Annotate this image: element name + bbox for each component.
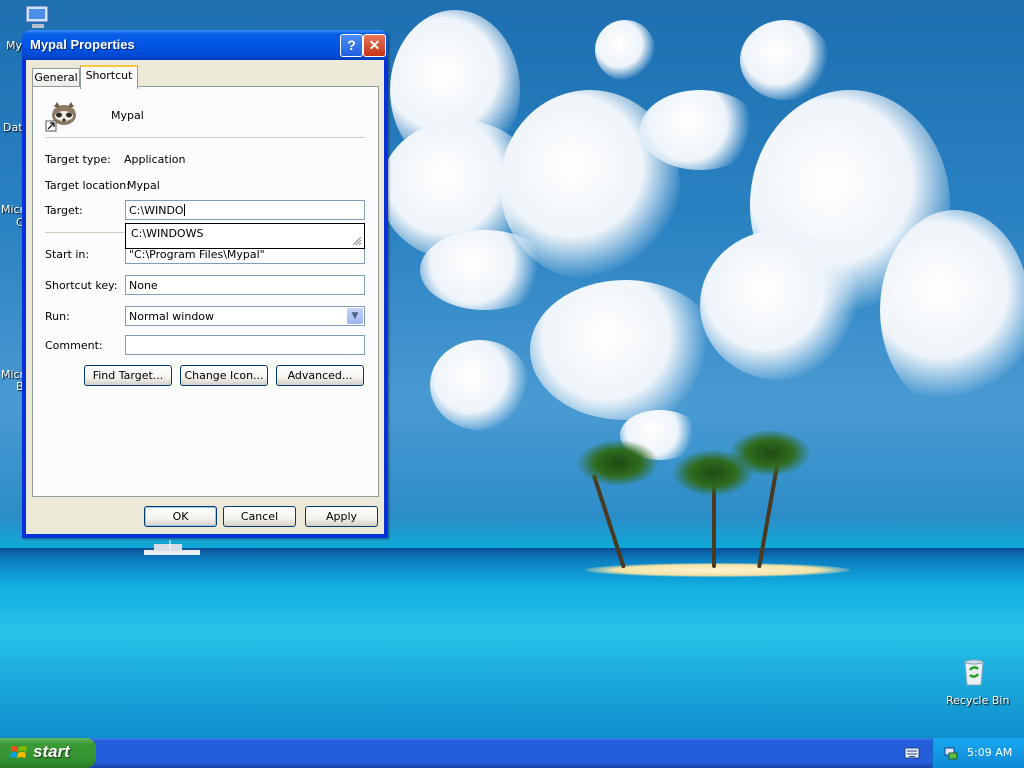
- target-type-label: Target type:: [45, 153, 111, 166]
- start-button[interactable]: start: [0, 738, 96, 768]
- comment-label: Comment:: [45, 339, 103, 352]
- recycle-bin-icon[interactable]: [958, 656, 990, 688]
- mypal-app-icon: [45, 102, 76, 132]
- cloud: [420, 230, 550, 310]
- autocomplete-item[interactable]: C:\WINDOWS: [131, 227, 203, 240]
- autocomplete-dropdown[interactable]: C:\WINDOWS: [125, 223, 365, 249]
- recycle-bin-label[interactable]: Recycle Bin: [946, 694, 1009, 707]
- resize-grip-icon[interactable]: [350, 234, 362, 246]
- shortcut-tab-panel: Mypal Target type: Application Target lo…: [32, 86, 379, 497]
- properties-window: Mypal Properties ? ✕ General Shortcut My…: [22, 30, 388, 538]
- start-in-value: "C:\Program Files\Mypal": [129, 248, 265, 261]
- start-in-label: Start in:: [45, 248, 90, 261]
- apply-button[interactable]: Apply: [305, 506, 378, 527]
- cloud: [530, 280, 720, 420]
- desktop-icon-label[interactable]: Dat: [3, 121, 23, 134]
- window-title: Mypal Properties: [30, 37, 135, 52]
- close-button[interactable]: ✕: [363, 34, 386, 57]
- separator: [45, 137, 365, 138]
- cloud: [700, 230, 860, 380]
- shortcut-key-label: Shortcut key:: [45, 279, 118, 292]
- start-label: start: [33, 742, 70, 761]
- window-titlebar[interactable]: Mypal Properties ? ✕: [22, 30, 388, 60]
- find-target-button[interactable]: Find Target...: [84, 365, 172, 386]
- clock[interactable]: 5:09 AM: [967, 746, 1012, 759]
- sea: [0, 548, 1024, 738]
- change-icon-button[interactable]: Change Icon...: [180, 365, 268, 386]
- dialog-client: General Shortcut Mypal Target type: Appl…: [26, 60, 384, 534]
- ok-button[interactable]: OK: [144, 506, 217, 527]
- desktop-icon-label[interactable]: My: [6, 39, 22, 52]
- palm-tree: [730, 430, 810, 476]
- shortcut-key-input[interactable]: None: [125, 275, 365, 295]
- windows-logo-icon: [10, 746, 27, 758]
- text-cursor: [183, 204, 185, 216]
- cloud: [880, 210, 1024, 410]
- system-tray: 5:09 AM: [932, 738, 1024, 768]
- chevron-down-icon[interactable]: ▼: [347, 308, 363, 324]
- target-location-value: Mypal: [127, 179, 160, 192]
- app-name: Mypal: [111, 109, 144, 122]
- target-type-value: Application: [124, 153, 186, 166]
- comment-input[interactable]: [125, 335, 365, 355]
- target-input[interactable]: C:\WINDO: [125, 200, 365, 220]
- run-label: Run:: [45, 310, 70, 323]
- palm-tree: [578, 440, 658, 486]
- target-input-value: C:\WINDO: [129, 204, 184, 217]
- shortcut-key-value: None: [129, 279, 158, 292]
- boat: [144, 540, 200, 555]
- run-select[interactable]: Normal window ▼: [125, 306, 365, 326]
- help-button[interactable]: ?: [340, 34, 363, 57]
- cloud: [640, 90, 760, 170]
- taskbar: start 5:09 AM: [0, 738, 1024, 768]
- tab-shortcut[interactable]: Shortcut: [80, 65, 138, 89]
- cloud: [740, 20, 830, 100]
- keyboard-icon[interactable]: [904, 746, 920, 760]
- cancel-button[interactable]: Cancel: [223, 506, 296, 527]
- target-location-label: Target location:: [45, 179, 130, 192]
- cloud: [430, 340, 530, 430]
- cloud: [595, 20, 655, 80]
- network-icon[interactable]: [943, 745, 959, 761]
- tab-general[interactable]: General: [32, 68, 80, 87]
- run-select-value: Normal window: [129, 310, 215, 323]
- advanced-button[interactable]: Advanced...: [276, 365, 364, 386]
- target-label: Target:: [45, 204, 83, 217]
